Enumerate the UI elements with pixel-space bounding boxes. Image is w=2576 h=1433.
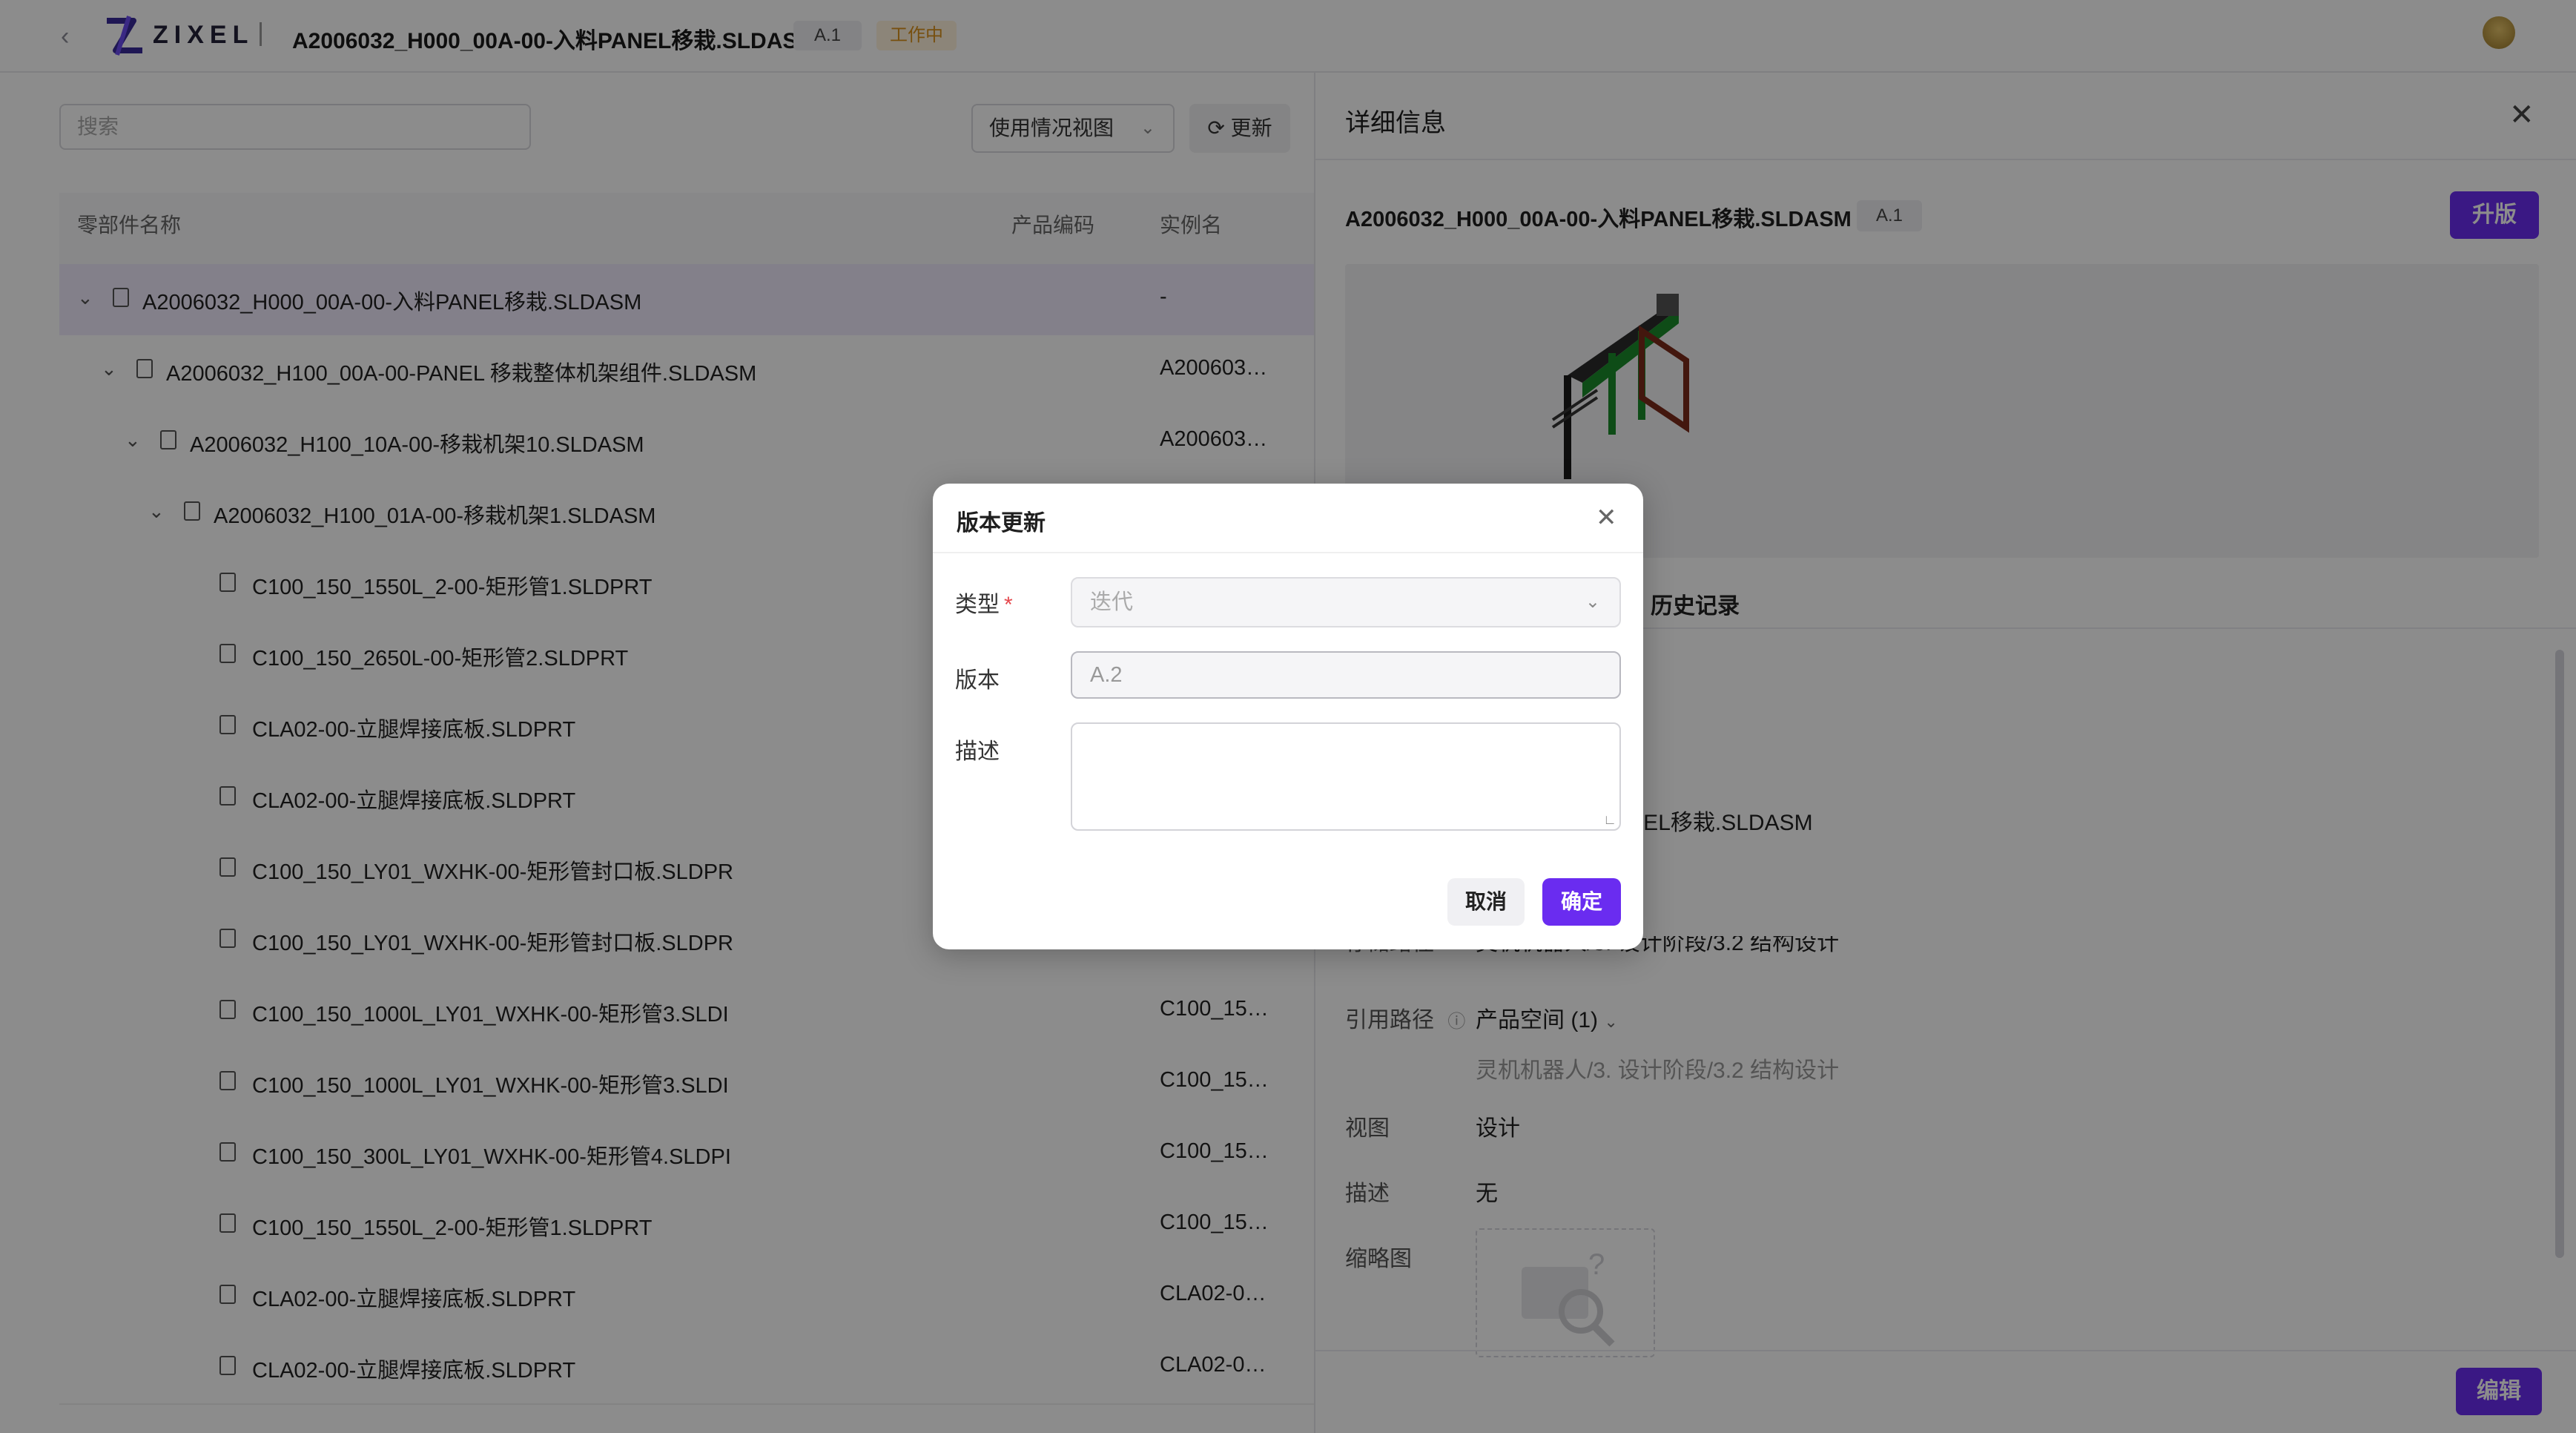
version-update-dialog xyxy=(933,484,1643,949)
dialog-title: 版本更新 xyxy=(957,511,1046,536)
chevron-down-icon: ⌄ xyxy=(1585,592,1600,612)
dialog-divider xyxy=(933,552,1643,553)
resize-handle-icon[interactable]: ∟ xyxy=(1603,812,1616,828)
type-label: 类型 * xyxy=(955,593,1013,617)
type-select[interactable]: 迭代 ⌄ xyxy=(1071,577,1621,627)
version-input[interactable]: A.2 xyxy=(1071,651,1621,699)
dialog-close-icon[interactable]: ✕ xyxy=(1596,503,1617,533)
cancel-button[interactable]: 取消 xyxy=(1447,878,1525,926)
required-marker: * xyxy=(1004,593,1013,617)
type-select-value: 迭代 xyxy=(1090,590,1134,614)
confirm-button[interactable]: 确定 xyxy=(1542,878,1621,926)
description-textarea[interactable]: ∟ xyxy=(1071,722,1621,831)
description-label: 描述 xyxy=(955,739,1000,764)
version-label: 版本 xyxy=(955,668,1000,693)
